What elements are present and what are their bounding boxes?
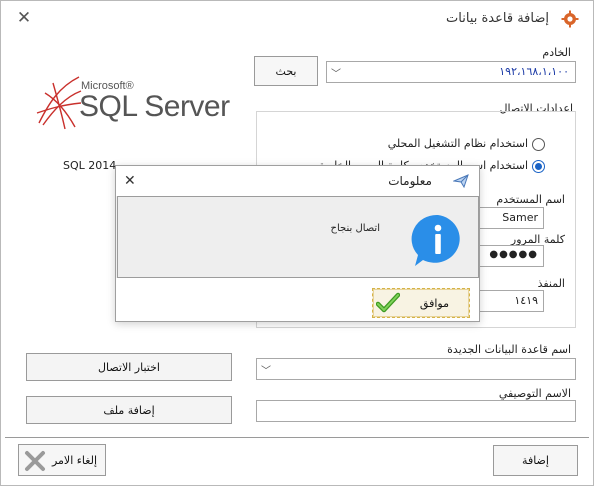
test-connection-button[interactable]: اختبار الاتصال (26, 353, 232, 381)
close-icon[interactable]: ✕ (15, 9, 33, 27)
search-button-label: بحث (275, 64, 297, 78)
info-dialog-header: ✕ معلومات (116, 166, 479, 196)
description-input[interactable] (256, 400, 576, 422)
server-select[interactable]: ﹀ ١٩٢،١٦٨،١،١٠٠ (326, 61, 576, 83)
radio-windows-circle[interactable] (532, 138, 545, 151)
cancel-button[interactable]: إلغاء الامر (18, 444, 106, 476)
info-dialog: ✕ معلومات اتصال بنجاح موافق (115, 165, 480, 322)
db-name-select[interactable]: ﹀ (256, 358, 576, 380)
server-label: الخادم (542, 46, 571, 59)
radio-windows-auth[interactable]: استخدام نظام التشغيل المحلي (257, 137, 545, 153)
db-name-label: اسم قاعدة البيانات الجديدة (447, 343, 571, 356)
chevron-down-icon: ﹀ (331, 69, 341, 80)
info-dialog-footer: موافق (116, 278, 479, 321)
server-value: ١٩٢،١٦٨،١،١٠٠ (499, 65, 569, 78)
logo-brand-large: SQL Server (79, 90, 230, 123)
dialog-close-icon[interactable]: ✕ (124, 173, 136, 189)
dialog-message: اتصال بنجاح (330, 223, 380, 234)
search-button[interactable]: بحث (254, 56, 318, 86)
info-dialog-body: اتصال بنجاح (117, 196, 479, 278)
description-label: الاسم التوصيفي (498, 387, 571, 400)
checkmark-icon (376, 292, 400, 313)
title-bar: إضافة قاعدة بيانات ✕ (1, 1, 593, 37)
window-title: إضافة قاعدة بيانات (446, 11, 549, 26)
port-label: المنفذ (537, 277, 565, 290)
username-label: اسم المستخدم (496, 193, 565, 206)
cancel-x-icon (25, 451, 45, 471)
paper-plane-icon (453, 174, 469, 188)
chevron-down-icon: ﹀ (261, 366, 271, 377)
add-file-label: إضافة ملف (103, 403, 155, 417)
sql-version-text: SQL 2014 (63, 159, 117, 172)
dialog-title: معلومات (388, 174, 432, 188)
radio-sql-circle[interactable] (532, 160, 545, 173)
sql-server-logo-icon (36, 76, 82, 130)
username-value: Samer (502, 211, 538, 224)
gear-icon (561, 10, 579, 28)
ok-button[interactable]: موافق (372, 288, 470, 318)
radio-sql-dot (535, 163, 542, 170)
add-button-label: إضافة (522, 454, 549, 467)
sql-server-logo: Microsoft® SQL Server (35, 73, 235, 133)
cancel-button-label: إلغاء الامر (51, 453, 97, 467)
info-icon (411, 214, 460, 266)
test-connection-label: اختبار الاتصال (98, 360, 160, 374)
port-value: ١٤١٩ (514, 294, 538, 307)
ok-button-label: موافق (419, 296, 449, 310)
password-value: ●●●●● (489, 249, 538, 260)
add-file-button[interactable]: إضافة ملف (26, 396, 232, 424)
radio-windows-label: استخدام نظام التشغيل المحلي (387, 137, 528, 150)
add-button[interactable]: إضافة (493, 445, 578, 476)
